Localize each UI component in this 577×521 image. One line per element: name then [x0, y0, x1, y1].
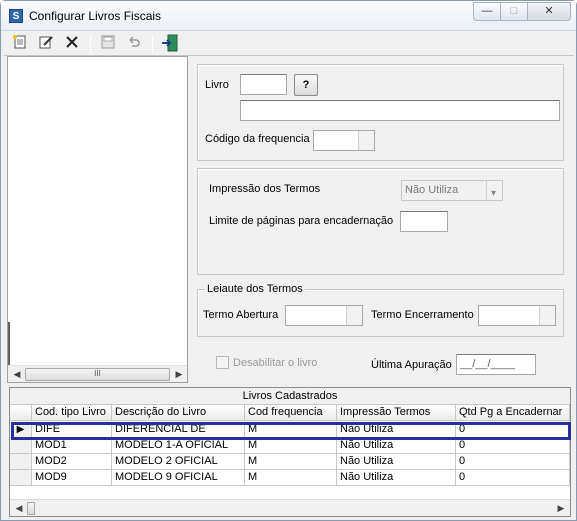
title-bar: S Configurar Livros Fiscais — □ ✕ [1, 1, 576, 31]
grid-caption: Livros Cadastrados [10, 388, 570, 405]
grid-header-row: Cod. tipo Livro Descrição do Livro Cod f… [10, 405, 570, 421]
new-record-button[interactable] [10, 34, 30, 54]
cell-qtd-pg[interactable]: 0 [456, 454, 570, 470]
cell-impressao-termos[interactable]: Não Utiliza [337, 470, 456, 486]
frequencia-select[interactable] [313, 130, 375, 151]
column-header-cod-frequencia[interactable]: Cod frequencia [245, 405, 337, 421]
scroll-right-arrow-icon[interactable]: ▶ [554, 502, 568, 515]
scroll-right-arrow-icon[interactable]: ▶ [172, 368, 186, 381]
column-header-cod-tipo-livro[interactable]: Cod. tipo Livro [32, 405, 112, 421]
undo-icon [129, 36, 140, 47]
minimize-button[interactable]: — [473, 2, 501, 21]
header-indicator-cell [10, 405, 32, 421]
edit-icon [39, 36, 53, 49]
cell-impressao-termos[interactable]: Não Utiliza [337, 454, 456, 470]
cell-qtd-pg[interactable]: 0 [456, 438, 570, 454]
save-disk-icon [101, 35, 115, 49]
desabilitar-livro-checkbox[interactable] [216, 356, 229, 369]
exit-door-icon [162, 34, 178, 52]
toolbar [4, 32, 574, 56]
delete-record-button[interactable] [62, 34, 82, 54]
impressao-termos-value: Não Utiliza [405, 184, 459, 196]
livro-label: Livro [205, 79, 229, 91]
livros-cadastrados-grid: Livros Cadastrados Cod. tipo Livro Descr… [9, 387, 571, 517]
livro-group: Livro ? Código da frequencia [197, 64, 564, 161]
column-header-qtd-pg[interactable]: Qtd Pg a Encadernar [456, 405, 570, 421]
cell-descricao[interactable]: MODELO 1-A OFICIAL [112, 438, 245, 454]
ultima-apuracao-label: Última Apuração [371, 359, 452, 371]
livro-description-input[interactable] [240, 100, 560, 121]
row-indicator-cell [10, 470, 32, 486]
desabilitar-livro-label: Desabilitar o livro [233, 357, 318, 369]
maximize-button[interactable]: □ [500, 2, 528, 21]
new-document-icon [13, 35, 26, 49]
window-title: Configurar Livros Fiscais [29, 9, 162, 23]
column-header-descricao[interactable]: Descrição do Livro [112, 405, 245, 421]
dropdown-arrow-icon[interactable] [539, 306, 555, 325]
table-row[interactable]: MOD2 MODELO 2 OFICIAL M Não Utiliza 0 [10, 454, 570, 470]
scrollbar-thumb[interactable] [27, 502, 35, 515]
undo-button[interactable] [124, 34, 144, 54]
leiaute-termos-group: Leiaute dos Termos Termo Abertura Termo … [197, 283, 564, 337]
cell-cod-frequencia[interactable]: M [245, 470, 337, 486]
termo-abertura-select[interactable] [285, 305, 363, 326]
impressao-termos-label: Impressão dos Termos [209, 183, 321, 195]
cell-impressao-termos[interactable]: Não Utiliza [337, 438, 456, 454]
edit-record-button[interactable] [36, 34, 56, 54]
livro-code-input[interactable] [240, 74, 287, 95]
exit-button[interactable] [160, 34, 180, 54]
leiaute-termos-legend: Leiaute dos Termos [205, 283, 305, 295]
selected-row-highlight [11, 422, 571, 440]
frequencia-label: Código da frequencia [205, 133, 310, 145]
grid-horizontal-scrollbar[interactable]: ◀ ▶ [10, 499, 570, 516]
cell-cod-frequencia[interactable]: M [245, 454, 337, 470]
dropdown-arrow-icon[interactable] [346, 306, 362, 325]
table-row[interactable]: MOD9 MODELO 9 OFICIAL M Não Utiliza 0 [10, 470, 570, 486]
column-header-impressao-termos[interactable]: Impressão Termos [337, 405, 456, 421]
scroll-left-arrow-icon[interactable]: ◀ [12, 502, 26, 515]
scrollbar-thumb[interactable]: III [25, 368, 170, 381]
termos-group: Impressão dos Termos Não Utiliza Limite … [197, 168, 564, 275]
termo-encerramento-label: Termo Encerramento [371, 309, 474, 321]
cell-qtd-pg[interactable]: 0 [456, 470, 570, 486]
app-icon: S [9, 9, 23, 23]
grid-body: Cod. tipo Livro Descrição do Livro Cod f… [10, 405, 570, 499]
delete-x-icon [66, 36, 78, 48]
limite-paginas-input[interactable] [400, 211, 448, 232]
table-row[interactable]: MOD1 MODELO 1-A OFICIAL M Não Utiliza 0 [10, 438, 570, 454]
limite-paginas-label: Limite de páginas para encadernação [209, 215, 394, 227]
livro-lookup-button[interactable]: ? [294, 74, 318, 96]
close-button[interactable]: ✕ [527, 2, 571, 21]
cell-cod-tipo-livro[interactable]: MOD9 [32, 470, 112, 486]
scroll-left-arrow-icon[interactable]: ◀ [10, 368, 24, 381]
cell-descricao[interactable]: MODELO 9 OFICIAL [112, 470, 245, 486]
cell-descricao[interactable]: MODELO 2 OFICIAL [112, 454, 245, 470]
cell-cod-tipo-livro[interactable]: MOD2 [32, 454, 112, 470]
ultima-apuracao-input[interactable]: __/__/____ [456, 354, 536, 375]
impressao-termos-select[interactable]: Não Utiliza [401, 180, 503, 203]
dropdown-arrow-icon[interactable] [358, 131, 374, 150]
termo-abertura-label: Termo Abertura [203, 309, 279, 321]
cell-cod-tipo-livro[interactable]: MOD1 [32, 438, 112, 454]
tree-horizontal-scrollbar[interactable]: ◀ III ▶ [8, 365, 187, 382]
row-indicator-cell [10, 438, 32, 454]
chevron-down-icon[interactable] [486, 181, 502, 203]
save-button[interactable] [98, 34, 118, 54]
cell-cod-frequencia[interactable]: M [245, 438, 337, 454]
tree-panel[interactable]: ◀ III ▶ [7, 56, 188, 383]
configurar-livros-fiscais-window: S Configurar Livros Fiscais — □ ✕ ◀ III … [0, 0, 577, 521]
row-indicator-cell [10, 454, 32, 470]
termo-encerramento-select[interactable] [478, 305, 556, 326]
